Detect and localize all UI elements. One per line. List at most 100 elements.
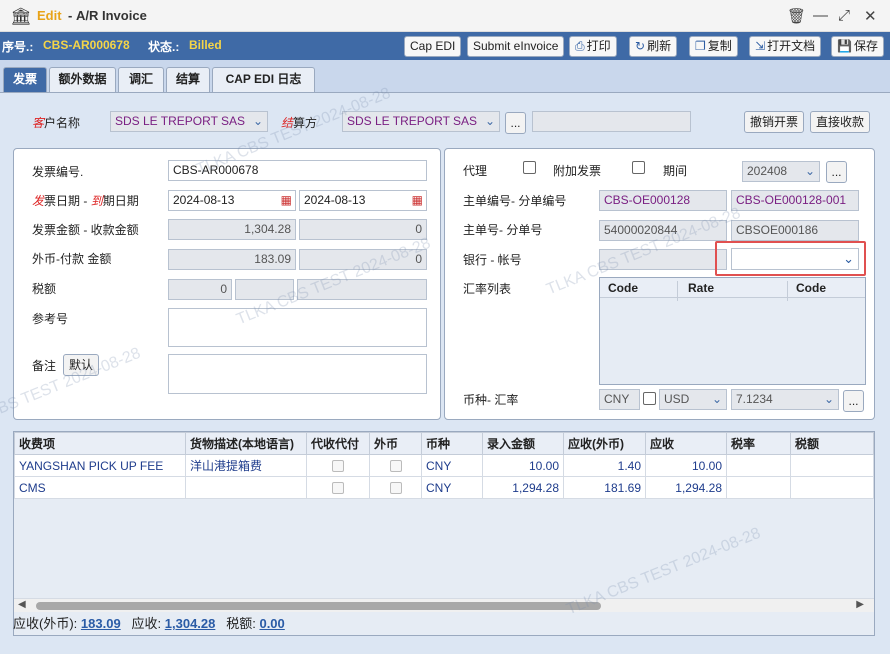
fx-checkbox[interactable]	[389, 482, 402, 495]
bank-label: 银行 - 帐号	[463, 253, 522, 267]
extra-invoice-label: 附加发票	[553, 164, 602, 178]
col-tax-rate[interactable]: 税率	[726, 432, 791, 455]
cell-desc	[185, 476, 307, 499]
copy-button[interactable]: ❐ 复制	[689, 36, 738, 57]
customer-select[interactable]: SDS LE TREPORT SAS ⌄	[110, 111, 268, 132]
col-fx-ar[interactable]: 应收(外币)	[563, 432, 646, 455]
totals-footer: 应收(外币): 183.09 应收: 1,304.28 税额: 0.00	[13, 613, 285, 632]
reference-field[interactable]	[168, 308, 427, 347]
col-currency[interactable]: 币种	[421, 432, 483, 455]
cell-tax-rate	[726, 476, 791, 499]
chevron-down-icon: ⌄	[252, 114, 263, 128]
col-item[interactable]: 收费项	[14, 432, 186, 455]
fx-total-value[interactable]: 183.09	[81, 616, 121, 631]
tax-total-label: 税额:	[226, 616, 256, 631]
col-collect[interactable]: 代收代付	[306, 432, 370, 455]
extra-invoice-checkbox[interactable]	[632, 161, 645, 174]
cell-desc: 洋山港提箱费	[185, 454, 307, 477]
scrollbar-thumb[interactable]	[36, 602, 601, 610]
invoice-amount-field: 1,304.28	[168, 219, 296, 240]
fx-checkbox[interactable]	[643, 392, 656, 405]
period-more-button[interactable]: ...	[826, 161, 847, 183]
cell-tax-rate	[726, 454, 791, 477]
seq-label: 序号.:	[2, 40, 34, 54]
col-amount[interactable]: 录入金额	[482, 432, 564, 455]
col-tax[interactable]: 税额	[790, 432, 874, 455]
tab-extra-data[interactable]: 额外数据	[49, 67, 116, 92]
currency-label: 币种- 汇率	[463, 393, 519, 407]
horizontal-scrollbar[interactable]: ◀ ▶	[14, 598, 874, 612]
period-select[interactable]: 202408 ⌄	[742, 161, 820, 182]
settle-more-button[interactable]: ...	[505, 112, 526, 134]
save-button[interactable]: 💾 保存	[831, 36, 884, 57]
cell-collect	[306, 476, 370, 499]
rate-col-code2: Code	[787, 281, 826, 301]
reference-label: 参考号	[32, 312, 69, 326]
fx-currency-select[interactable]: USD ⌄	[659, 389, 727, 410]
cell-collect	[306, 454, 370, 477]
settle-select[interactable]: SDS LE TREPORT SAS ⌄	[342, 111, 500, 132]
copy-label: 复制	[707, 39, 732, 53]
col-ar[interactable]: 应收	[645, 432, 727, 455]
print-label: 打印	[586, 39, 611, 53]
calendar-icon[interactable]: ▦	[412, 193, 423, 207]
cell-fx-ar: 181.69	[563, 476, 646, 499]
collect-checkbox[interactable]	[332, 460, 344, 473]
refresh-label: 刷新	[647, 39, 672, 53]
submit-einvoice-button[interactable]: Submit eInvoice	[467, 36, 565, 57]
cap-edi-button[interactable]: Cap EDI	[404, 36, 462, 57]
print-button[interactable]: ⎙ 打印	[569, 36, 617, 57]
table-row[interactable]: YANGSHAN PICK UP FEE 洋山港提箱费 CNY 10.00 1.…	[14, 454, 874, 477]
save-label: 保存	[853, 39, 878, 53]
invoice-no-field[interactable]: CBS-AR000678	[168, 160, 427, 181]
rate-list-table: Code Rate Code	[599, 277, 866, 385]
col-fx[interactable]: 外币	[369, 432, 422, 455]
mbl-field: 54000020844	[599, 220, 727, 241]
collect-checkbox[interactable]	[332, 482, 344, 495]
minimize-icon[interactable]: —	[813, 7, 828, 24]
fx-more-button[interactable]: ...	[843, 390, 864, 412]
remark-default-button[interactable]: 默认	[63, 354, 99, 376]
tab-settlement[interactable]: 结算	[166, 67, 210, 92]
print-icon: ⎙	[575, 39, 585, 53]
fx-rate-select[interactable]: 7.1234 ⌄	[731, 389, 839, 410]
fx-paid-field: 0	[299, 249, 427, 270]
rate-list-header: Code Rate Code	[600, 278, 865, 301]
tab-adjust[interactable]: 调汇	[118, 67, 164, 92]
refresh-button[interactable]: ↻ 刷新	[629, 36, 678, 57]
tax-field: 0	[168, 279, 232, 300]
cell-item: CMS	[14, 476, 186, 499]
due-date-field[interactable]: 2024-08-13 ▦	[299, 190, 427, 211]
col-desc[interactable]: 货物描述(本地语言)	[185, 432, 307, 455]
open-doc-button[interactable]: ⇲ 打开文档	[749, 36, 822, 57]
close-icon[interactable]: ✕	[864, 7, 877, 25]
chevron-down-icon: ⌄	[823, 392, 834, 406]
bank-field	[599, 249, 727, 270]
agent-checkbox[interactable]	[523, 161, 536, 174]
scroll-left-icon[interactable]: ◀	[18, 599, 26, 610]
calendar-icon[interactable]: ▦	[281, 193, 292, 207]
refresh-icon: ↻	[635, 39, 646, 53]
cancel-invoice-button[interactable]: 撤销开票	[744, 111, 804, 133]
sub-no-field: CBS-OE000128-001	[731, 190, 859, 211]
direct-collect-button[interactable]: 直接收款	[810, 111, 870, 133]
fx-checkbox[interactable]	[389, 460, 402, 473]
maximize-icon[interactable]: ⤢	[838, 7, 850, 24]
status-label: 状态.:	[148, 40, 180, 54]
invoice-date-field[interactable]: 2024-08-13 ▦	[168, 190, 296, 211]
scroll-right-icon[interactable]: ▶	[856, 599, 864, 610]
delete-icon[interactable]: 🗑	[787, 7, 806, 25]
chevron-down-icon: ⌄	[484, 114, 495, 128]
account-select[interactable]: ⌄	[731, 248, 859, 270]
tab-cap-edi-log[interactable]: CAP EDI 日志	[212, 67, 315, 92]
cell-amount: 1,294.28	[482, 476, 564, 499]
tax-total-value[interactable]: 0.00	[259, 616, 284, 631]
remark-label: 备注	[32, 359, 57, 373]
remark-field[interactable]	[168, 354, 427, 394]
ar-total-value[interactable]: 1,304.28	[165, 616, 216, 631]
rate-col-rate: Rate	[677, 281, 714, 301]
tab-invoice[interactable]: 发票	[3, 67, 47, 92]
received-amount-field: 0	[299, 219, 427, 240]
table-row[interactable]: CMS CNY 1,294.28 181.69 1,294.28	[14, 476, 874, 499]
bank-building-icon: 🏛	[10, 7, 32, 26]
